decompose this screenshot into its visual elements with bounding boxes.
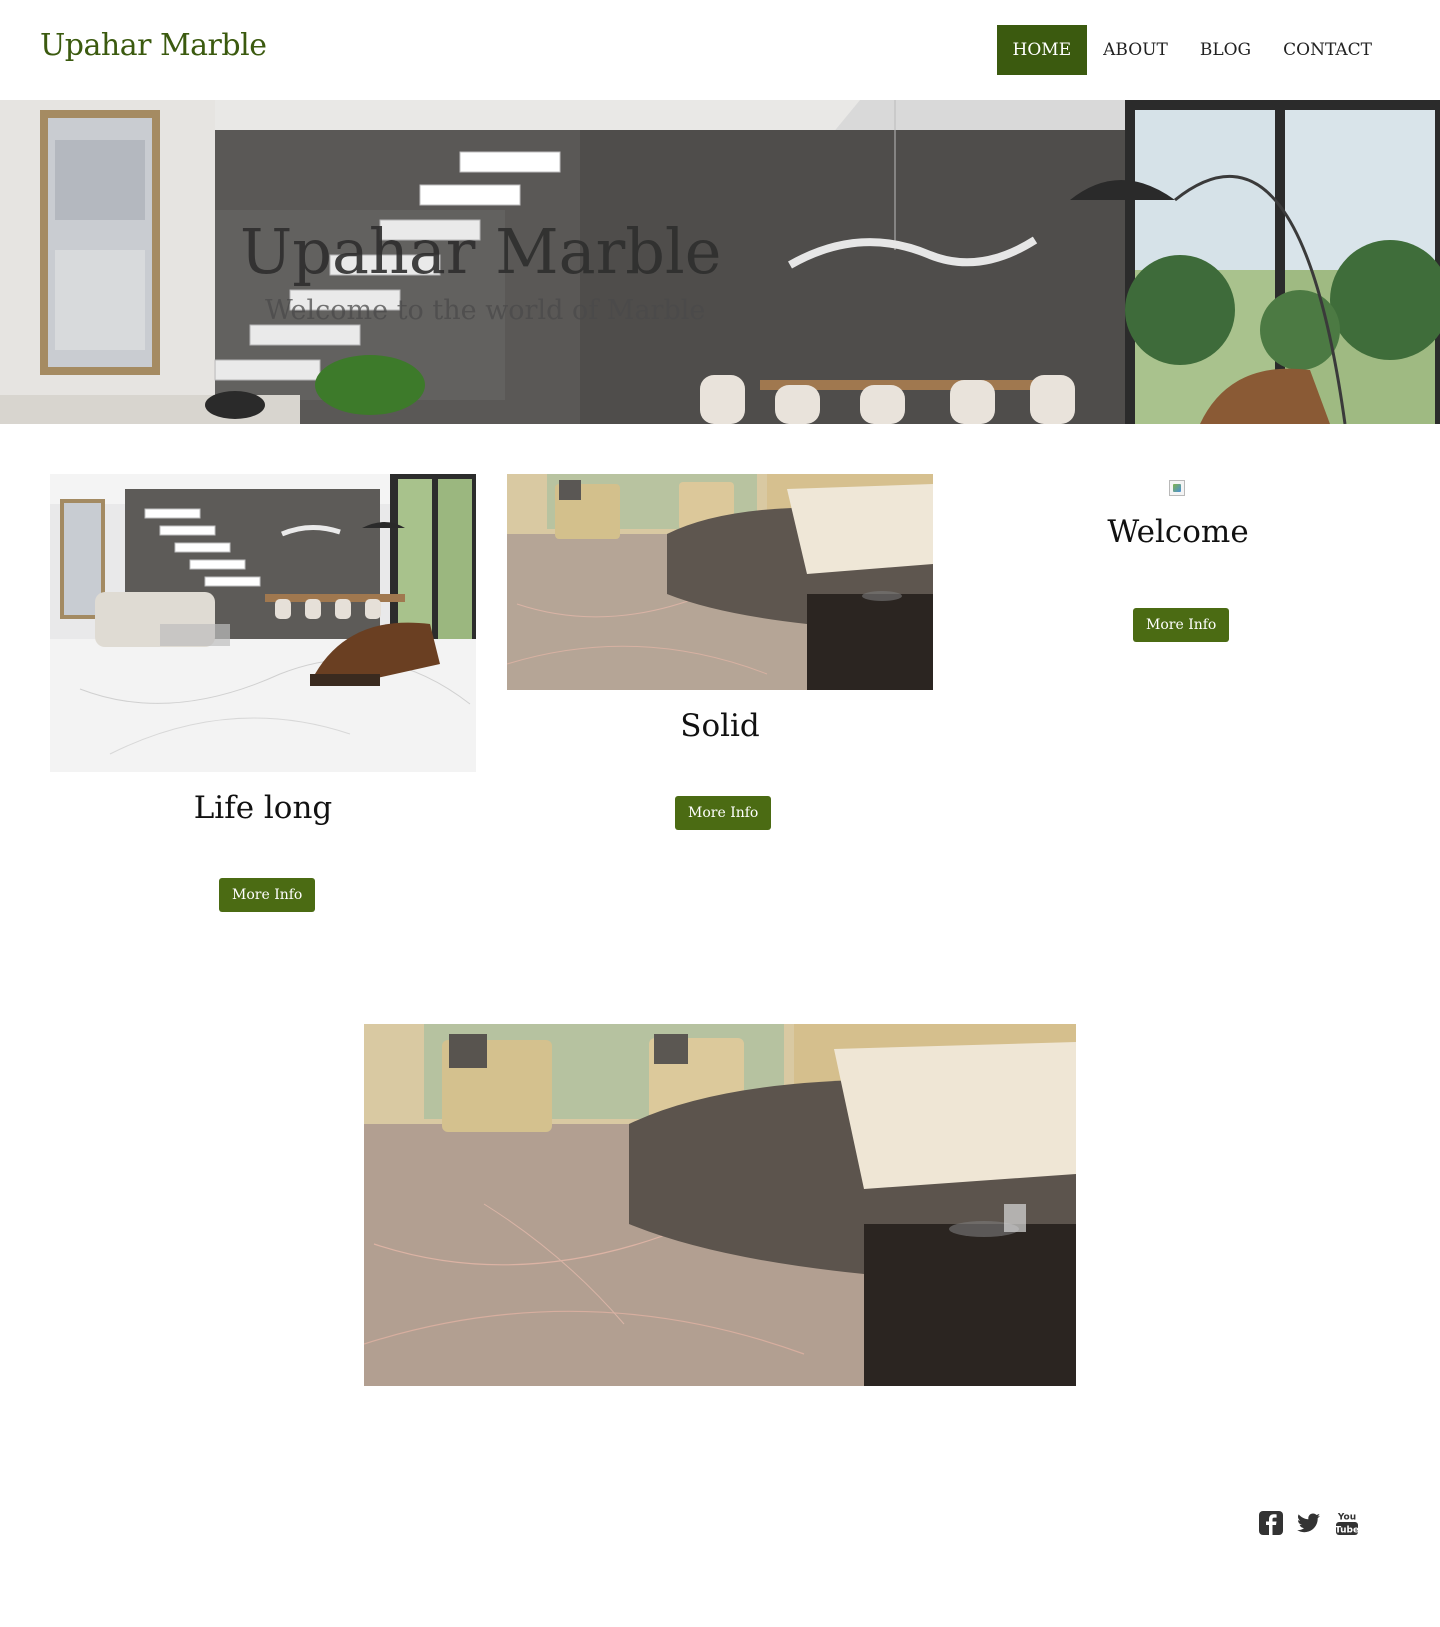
hero-title: Upahar Marble [240,215,722,288]
main-nav: HOME ABOUT BLOG CONTACT [996,25,1388,75]
social-links: You Tube [1258,1510,1360,1536]
site-logo[interactable]: Upahar Marble [40,28,267,63]
more-info-button-welcome[interactable]: More Info [1133,608,1230,642]
more-info-button-life-long[interactable]: More Info [219,878,316,912]
card-welcome: Welcome More Info [965,474,1391,674]
card-solid: Solid More Info [507,474,933,834]
card-title-welcome: Welcome [1107,514,1249,550]
broken-image-icon [1169,480,1185,496]
card-life-long: Life long More Info [50,474,476,924]
card-image-bedroom [507,474,933,690]
facebook-icon[interactable] [1258,1510,1284,1536]
feature-image [364,1024,1076,1386]
youtube-icon[interactable]: You Tube [1334,1510,1360,1536]
card-title-solid: Solid [680,708,760,744]
nav-about[interactable]: ABOUT [1087,25,1184,75]
site-header: Upahar Marble HOME ABOUT BLOG CONTACT [0,0,1440,100]
svg-text:You: You [1337,1513,1356,1523]
card-image-living-room [50,474,476,772]
twitter-icon[interactable] [1296,1510,1322,1536]
hero-subtitle: Welcome to the world of Marble [265,295,706,326]
more-info-button-solid[interactable]: More Info [675,796,772,830]
nav-home[interactable]: HOME [996,25,1088,75]
nav-contact[interactable]: CONTACT [1267,25,1388,75]
svg-text:Tube: Tube [1335,1526,1359,1536]
card-title-life-long: Life long [193,790,333,826]
nav-blog[interactable]: BLOG [1184,25,1267,75]
hero-banner: Upahar Marble Welcome to the world of Ma… [0,100,1440,424]
